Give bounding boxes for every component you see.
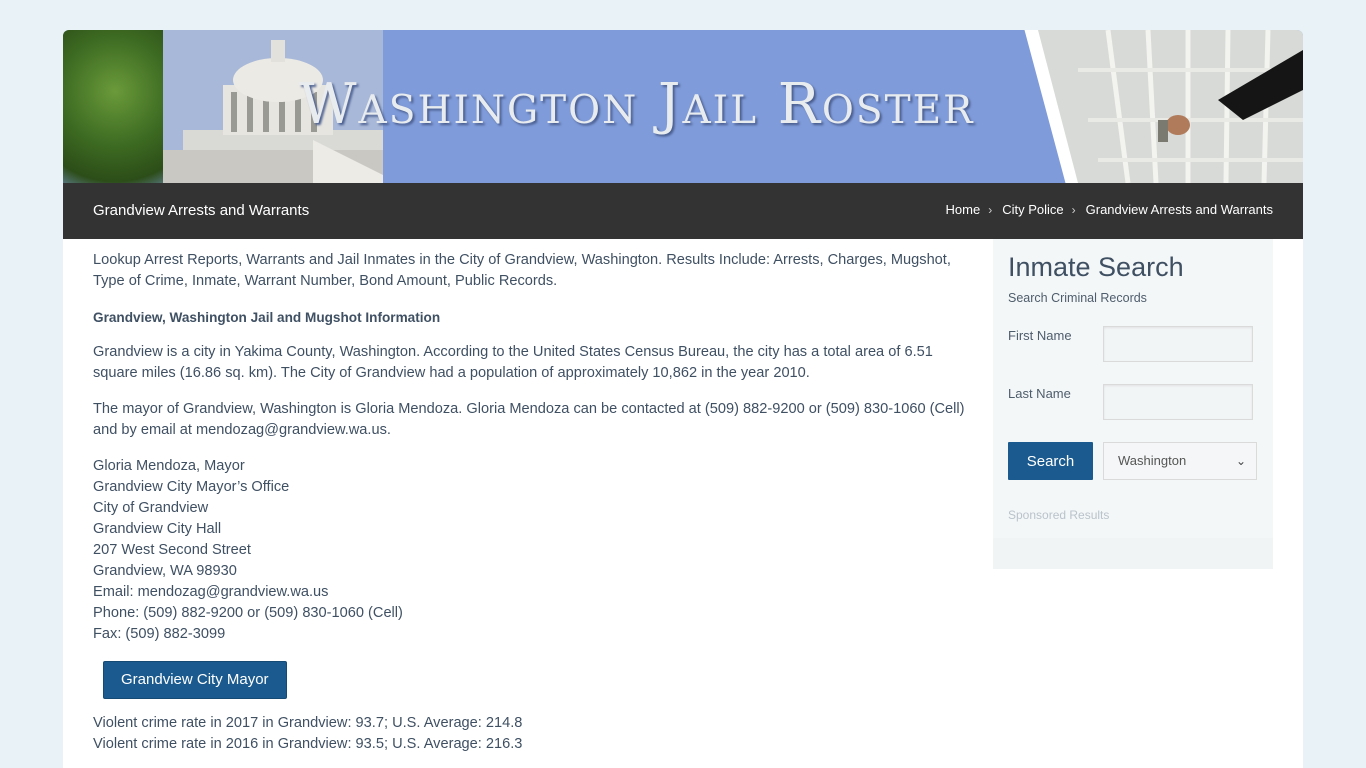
search-button[interactable]: Search xyxy=(1008,442,1093,480)
chevron-down-icon: ⌄ xyxy=(1235,454,1246,468)
breadcrumb-city-police[interactable]: City Police xyxy=(1002,202,1063,217)
address-line: Grandview, WA 98930 xyxy=(93,563,237,579)
navigation-bar: Grandview Arrests and Warrants Home › Ci… xyxy=(63,183,1303,239)
section-heading: Grandview, Washington Jail and Mugshot I… xyxy=(93,310,441,325)
address-line: 207 West Second Street xyxy=(93,542,251,558)
first-name-label: First Name xyxy=(1008,328,1072,343)
last-name-label: Last Name xyxy=(1008,386,1071,401)
last-name-field[interactable] xyxy=(1103,384,1253,420)
inmate-search-subtitle: Search Criminal Records xyxy=(1008,291,1147,305)
city-mayor-button[interactable]: Grandview City Mayor xyxy=(103,661,287,699)
address-line: Grandview City Hall xyxy=(93,521,222,537)
address-line: City of Grandview xyxy=(93,500,209,516)
page-container: Washington Jail Roster Grandview Arrests… xyxy=(63,30,1303,768)
city-info-paragraph: Grandview is a city in Yakima County, Wa… xyxy=(93,344,933,381)
breadcrumb: Home › City Police › Grandview Arrests a… xyxy=(946,202,1273,217)
address-line: Gloria Mendoza, Mayor xyxy=(93,458,245,474)
state-select[interactable]: Washington ⌄ xyxy=(1103,442,1257,480)
chevron-right-icon: › xyxy=(1071,202,1076,217)
sponsored-results-box xyxy=(993,538,1273,569)
inmate-search-title: Inmate Search xyxy=(1008,252,1184,282)
crime-stat-line: Violent crime rate in 2016 in Grandview:… xyxy=(93,736,523,752)
site-banner[interactable]: Washington Jail Roster xyxy=(63,30,1303,183)
sponsored-results-label: Sponsored Results xyxy=(1008,508,1110,522)
jail-door-image xyxy=(1038,30,1303,183)
intro-paragraph: Lookup Arrest Reports, Warrants and Jail… xyxy=(93,252,951,289)
page-title: Grandview Arrests and Warrants xyxy=(93,202,310,219)
first-name-field[interactable] xyxy=(1103,326,1253,362)
chevron-right-icon: › xyxy=(988,202,993,217)
crime-stat-line: Violent crime rate in 2017 in Grandview:… xyxy=(93,715,523,731)
inmate-search-panel: Inmate Search Search Criminal Records Fi… xyxy=(993,239,1273,569)
crime-stats: Violent crime rate in 2017 in Grandview:… xyxy=(93,713,973,755)
mayor-address-block: Gloria Mendoza, Mayor Grandview City May… xyxy=(93,456,973,645)
breadcrumb-current[interactable]: Grandview Arrests and Warrants xyxy=(1086,202,1273,217)
address-line: Phone: (509) 882-9200 or (509) 830-1060 … xyxy=(93,605,403,621)
address-line: Grandview City Mayor’s Office xyxy=(93,479,290,495)
address-line: Email: mendozag@grandview.wa.us xyxy=(93,584,329,600)
mayor-contact-paragraph: The mayor of Grandview, Washington is Gl… xyxy=(93,401,965,438)
main-content: Lookup Arrest Reports, Warrants and Jail… xyxy=(93,250,973,755)
address-line: Fax: (509) 882-3099 xyxy=(93,626,226,642)
state-select-value: Washington xyxy=(1118,453,1187,468)
breadcrumb-home[interactable]: Home xyxy=(946,202,981,217)
site-title: Washington Jail Roster xyxy=(299,72,975,137)
